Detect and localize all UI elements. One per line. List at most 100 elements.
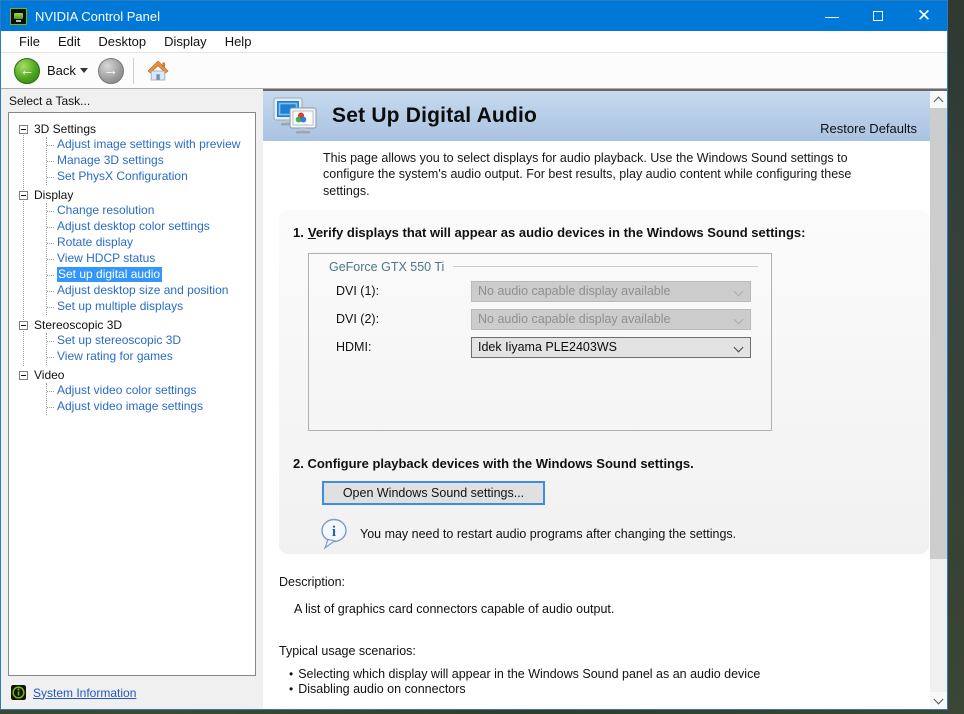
tree-item-adjust-video-image[interactable]: Adjust video image settings xyxy=(47,399,251,415)
tree-item-view-hdcp-status[interactable]: View HDCP status xyxy=(47,251,251,267)
tree-link-label[interactable]: Adjust desktop size and position xyxy=(57,283,228,297)
tree-children-3d-settings: Adjust image settings with preview Manag… xyxy=(46,137,251,185)
tree-children-stereoscopic: Set up stereoscopic 3D View rating for g… xyxy=(46,333,251,365)
menu-display[interactable]: Display xyxy=(155,32,216,51)
usage-bullet-2: •Disabling audio on connectors xyxy=(289,682,947,697)
chevron-down-icon xyxy=(734,286,744,296)
scroll-up-button[interactable] xyxy=(930,91,947,108)
tree-item-set-up-stereoscopic[interactable]: Set up stereoscopic 3D xyxy=(47,333,251,349)
menu-help[interactable]: Help xyxy=(216,32,261,51)
tree-link-label[interactable]: Set up stereoscopic 3D xyxy=(57,333,181,347)
dvi2-row: DVI (2): No audio capable display availa… xyxy=(336,309,771,330)
page-header-banner: Set Up Digital Audio Restore Defaults xyxy=(263,91,930,141)
window-title: NVIDIA Control Panel xyxy=(35,9,160,24)
back-button-label[interactable]: Back xyxy=(47,63,76,78)
digital-audio-page-icon xyxy=(272,96,320,136)
close-button[interactable]: ✕ xyxy=(901,1,947,31)
task-tree: 3D Settings Adjust image settings with p… xyxy=(8,112,256,676)
app-window: NVIDIA Control Panel — ✕ File Edit Deskt… xyxy=(0,0,948,710)
maximize-button[interactable] xyxy=(855,1,901,31)
menu-desktop[interactable]: Desktop xyxy=(89,32,155,51)
hdmi-label: HDMI: xyxy=(336,340,471,354)
tree-link-label[interactable]: Change resolution xyxy=(57,203,154,217)
chevron-down-icon xyxy=(734,342,744,352)
back-arrow-icon: ← xyxy=(20,62,35,79)
chevron-down-icon xyxy=(734,314,744,324)
bullet-icon: • xyxy=(289,667,293,682)
tree-item-adjust-video-color[interactable]: Adjust video color settings xyxy=(47,383,251,399)
svg-text:i: i xyxy=(332,524,336,540)
usage-bullet-text: Disabling audio on connectors xyxy=(298,682,465,697)
forward-button[interactable]: → xyxy=(98,58,124,84)
dvi1-dropdown: No audio capable display available xyxy=(471,281,751,302)
collapse-icon[interactable] xyxy=(19,321,28,330)
tree-category-display[interactable]: Display xyxy=(9,188,251,202)
info-balloon-icon: i xyxy=(320,518,348,550)
home-icon xyxy=(147,60,169,82)
sidebar-header: Select a Task... xyxy=(1,89,263,112)
step1-number: 1. xyxy=(293,225,304,240)
menu-edit[interactable]: Edit xyxy=(49,32,89,51)
tree-link-label-selected[interactable]: Set up digital audio xyxy=(57,267,162,282)
hdmi-dropdown[interactable]: Idek Iiyama PLE2403WS xyxy=(471,337,751,358)
tree-link-label[interactable]: Adjust video color settings xyxy=(57,383,196,397)
maximize-icon xyxy=(873,11,883,21)
tree-item-set-up-multiple-displays[interactable]: Set up multiple displays xyxy=(47,299,251,315)
restore-defaults-link[interactable]: Restore Defaults xyxy=(820,121,917,136)
step1-text: erify displays that will appear as audio… xyxy=(316,225,806,240)
menu-file[interactable]: File xyxy=(10,32,49,51)
title-bar: NVIDIA Control Panel — ✕ xyxy=(1,1,947,31)
navigation-toolbar: ← Back → xyxy=(1,53,947,89)
tree-link-label[interactable]: Manage 3D settings xyxy=(57,153,164,167)
vertical-scrollbar[interactable] xyxy=(930,91,947,709)
tree-category-stereoscopic-3d[interactable]: Stereoscopic 3D xyxy=(9,318,251,332)
tree-item-adjust-image-settings[interactable]: Adjust image settings with preview xyxy=(47,137,251,153)
tree-item-rotate-display[interactable]: Rotate display xyxy=(47,235,251,251)
category-label: 3D Settings xyxy=(34,122,96,136)
tree-category-video[interactable]: Video xyxy=(9,368,251,382)
tree-link-label[interactable]: Adjust desktop color settings xyxy=(57,219,210,233)
usage-bullet-text: Selecting which display will appear in t… xyxy=(298,667,760,682)
tree-link-label[interactable]: Set up multiple displays xyxy=(57,299,183,313)
open-windows-sound-settings-button[interactable]: Open Windows Sound settings... xyxy=(322,481,545,505)
system-information-icon xyxy=(11,685,26,700)
tree-item-set-up-digital-audio[interactable]: Set up digital audio xyxy=(47,267,251,283)
back-button[interactable]: ← xyxy=(14,58,40,84)
tree-item-change-resolution[interactable]: Change resolution xyxy=(47,203,251,219)
tree-link-label[interactable]: View rating for games xyxy=(57,349,173,363)
tree-link-label[interactable]: Adjust image settings with preview xyxy=(57,137,240,151)
info-note-row: i You may need to restart audio programs… xyxy=(320,518,929,550)
usage-scenarios-list: • Selecting which display will appear in … xyxy=(289,667,947,697)
description-label: Description: xyxy=(279,575,947,589)
scroll-down-button[interactable] xyxy=(930,692,947,709)
collapse-icon[interactable] xyxy=(19,371,28,380)
step1-heading: 1. Verify displays that will appear as au… xyxy=(293,225,929,240)
collapse-icon[interactable] xyxy=(19,191,28,200)
tree-item-view-rating-games[interactable]: View rating for games xyxy=(47,349,251,365)
tree-category-3d-settings[interactable]: 3D Settings xyxy=(9,122,251,136)
tree-link-label[interactable]: Set PhysX Configuration xyxy=(57,169,188,183)
groupbox-rule xyxy=(453,266,758,267)
category-label: Stereoscopic 3D xyxy=(34,318,122,332)
tree-link-label[interactable]: View HDCP status xyxy=(57,251,155,265)
scrollbar-thumb[interactable] xyxy=(930,108,947,559)
step1-accesskey: V xyxy=(308,225,316,240)
home-button[interactable] xyxy=(145,58,171,84)
task-sidebar: Select a Task... 3D Settings Adjust imag… xyxy=(1,89,263,709)
nvidia-app-icon xyxy=(10,8,27,25)
minimize-button[interactable]: — xyxy=(809,1,855,31)
back-dropdown-caret-icon[interactable] xyxy=(80,68,88,73)
system-information-link[interactable]: System Information xyxy=(33,686,136,700)
chevron-down-icon xyxy=(934,694,944,704)
tree-link-label[interactable]: Rotate display xyxy=(57,235,133,249)
tree-item-adjust-desktop-size[interactable]: Adjust desktop size and position xyxy=(47,283,251,299)
collapse-icon[interactable] xyxy=(19,125,28,134)
dvi2-value: No audio capable display available xyxy=(478,312,671,326)
page-title: Set Up Digital Audio xyxy=(332,104,537,128)
tree-link-label[interactable]: Adjust video image settings xyxy=(57,399,203,413)
tree-item-adjust-desktop-color[interactable]: Adjust desktop color settings xyxy=(47,219,251,235)
tree-item-set-physx[interactable]: Set PhysX Configuration xyxy=(47,169,251,185)
tree-item-manage-3d-settings[interactable]: Manage 3D settings xyxy=(47,153,251,169)
step2-heading: 2. Configure playback devices with the W… xyxy=(293,456,929,471)
dvi2-dropdown: No audio capable display available xyxy=(471,309,751,330)
